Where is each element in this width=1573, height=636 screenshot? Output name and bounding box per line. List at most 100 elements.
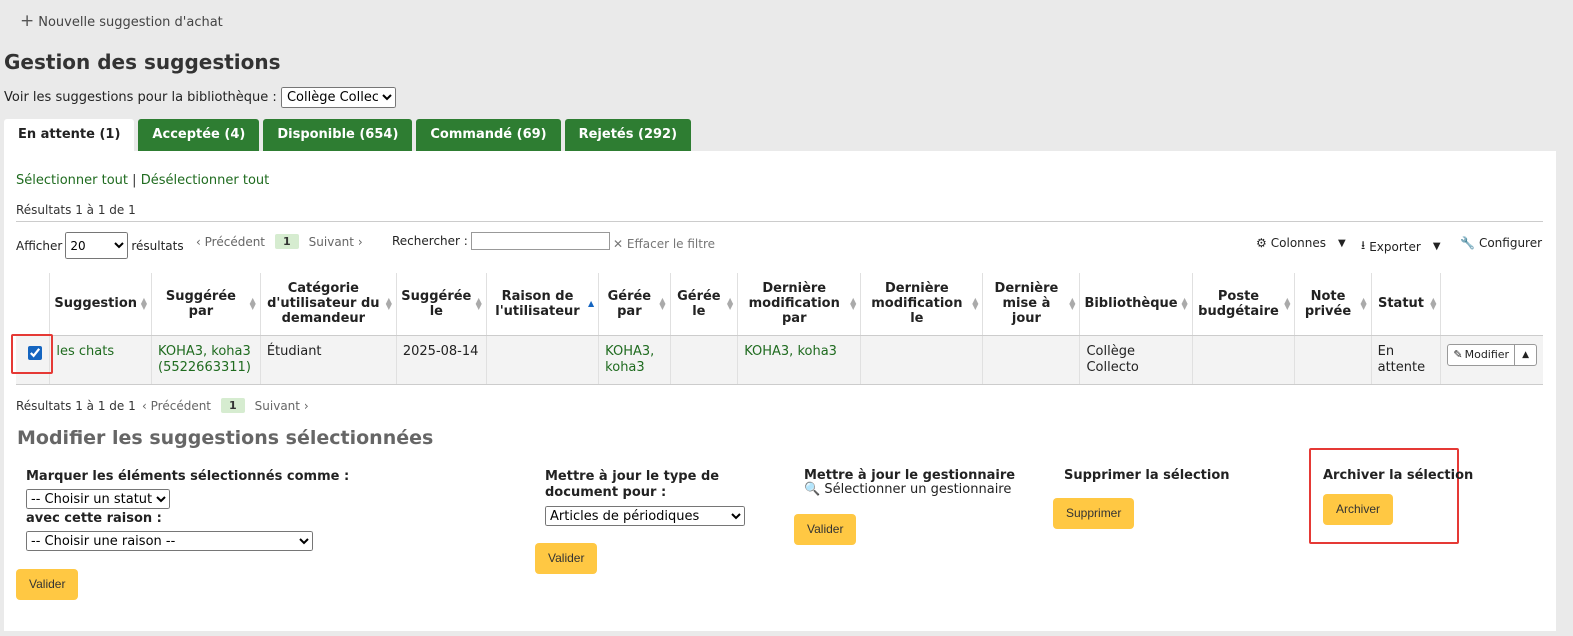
- sort-icon: ▲ ▼: [475, 295, 482, 311]
- page-number[interactable]: 1: [275, 234, 299, 249]
- header-last-modif-on[interactable]: Dernière modification le ▲ ▼: [860, 273, 983, 336]
- header-suggested-on[interactable]: Suggérée le ▲ ▼: [395, 273, 487, 336]
- table-header-row: Suggestion ▲ ▼ Suggérée par ▲ ▼ Catégorie d'…: [16, 273, 1543, 336]
- sort-icon: ▲ ▼: [385, 295, 392, 311]
- header-last-update[interactable]: Dernière mise à jour ▲ ▼: [982, 273, 1080, 336]
- header-note[interactable]: Note privée ▲ ▼: [1294, 273, 1372, 336]
- manager-link[interactable]: KOHA3, koha3: [605, 344, 654, 375]
- header-actions: [1440, 273, 1543, 336]
- sort-icon: ▲ ▼: [1069, 295, 1076, 311]
- library-filter: Voir les suggestions pour la bibliothèqu…: [4, 87, 396, 108]
- table-toolbar: Afficher 20 résultats ‹ Précédent 1 Suiv…: [16, 232, 1543, 260]
- patron-link[interactable]: KOHA3, koha3 (5522663311): [158, 344, 251, 375]
- cell-suggested-on: 2025-08-14: [395, 335, 487, 385]
- separator: |: [132, 173, 137, 188]
- cell-note: [1294, 335, 1372, 385]
- plus-icon: +: [20, 11, 35, 31]
- sort-icon: ▲ ▼: [1181, 295, 1188, 311]
- wrench-icon: 🔧: [1460, 236, 1475, 250]
- page-length-select[interactable]: 20: [65, 232, 129, 259]
- header-suggested-by[interactable]: Suggérée par ▲ ▼: [151, 273, 261, 336]
- sort-icon: ▲ ▼: [140, 295, 148, 311]
- search-input[interactable]: [470, 232, 610, 250]
- chevron-right-icon: ›: [357, 234, 363, 249]
- tab-accepted[interactable]: Acceptée (4): [138, 119, 260, 151]
- prev-button[interactable]: ‹ Précédent: [196, 235, 265, 249]
- results-info: Résultats 1 à 1 de 1: [16, 203, 136, 217]
- validate-status-button[interactable]: Valider: [16, 569, 79, 600]
- sort-icon: ▲ ▼: [850, 295, 857, 311]
- header-library[interactable]: Bibliothèque ▲ ▼: [1079, 273, 1193, 336]
- header-suggestion[interactable]: Suggestion ▲ ▼: [49, 273, 152, 336]
- cell-suggestion: les chats: [49, 335, 152, 385]
- library-select[interactable]: Collège Collecto: [280, 87, 396, 108]
- doc-type-select-wrap: Articles de périodiques: [545, 506, 745, 526]
- new-suggestion-link[interactable]: + Nouvelle suggestion d'achat: [20, 11, 223, 31]
- library-filter-label: Voir les suggestions pour la bibliothèqu…: [4, 90, 277, 105]
- sort-icon: ▲ ▼: [249, 295, 256, 311]
- chevron-left-icon: ‹: [196, 234, 201, 249]
- sort-icon: ▲ ▼: [1284, 295, 1291, 311]
- header-reason[interactable]: Raison de l'utilisateur ▲: [485, 273, 599, 336]
- configure-button[interactable]: 🔧 Configurer: [1460, 236, 1542, 250]
- modifier-link[interactable]: KOHA3, koha3: [744, 344, 837, 359]
- tab-rejected[interactable]: Rejetés (292): [564, 119, 692, 151]
- chevron-left-icon: ‹: [142, 398, 147, 413]
- tab-ordered[interactable]: Commandé (69): [416, 119, 561, 151]
- next-button[interactable]: Suivant ›: [309, 235, 363, 249]
- prev-button[interactable]: ‹ Précédent: [142, 399, 211, 413]
- header-category[interactable]: Catégorie d'utilisateur du demandeur ▲ ▼: [259, 273, 397, 336]
- doc-type-select[interactable]: Articles de périodiques: [545, 506, 745, 526]
- select-all-link[interactable]: Sélectionner tout: [16, 173, 128, 188]
- cell-suggested-by: KOHA3, koha3 (5522663311): [151, 335, 261, 385]
- manager-label: Mettre à jour le gestionnaire: [804, 468, 1016, 483]
- cell-status: En attente: [1370, 335, 1441, 385]
- columns-button[interactable]: ⚙ Colonnes ▼: [1256, 236, 1346, 250]
- archive-label: Archiver la sélection: [1323, 468, 1474, 483]
- reason-label: avec cette raison :: [26, 511, 162, 526]
- header-managed-by[interactable]: Gérée par ▲ ▼: [598, 273, 671, 336]
- sort-asc-icon: ▲: [588, 298, 595, 308]
- caret-down-icon: ▼: [1338, 237, 1346, 249]
- status-select[interactable]: -- Choisir un statut --: [26, 489, 170, 509]
- header-status[interactable]: Statut ▲ ▼: [1370, 273, 1441, 336]
- delete-label: Supprimer la sélection: [1064, 468, 1230, 483]
- suggestion-link[interactable]: les chats: [56, 344, 114, 359]
- tab-pending[interactable]: En attente (1): [4, 119, 135, 151]
- page-number[interactable]: 1: [221, 398, 245, 413]
- cell-category: Étudiant: [259, 335, 397, 385]
- clear-filter-button[interactable]: ✕ Effacer le filtre: [613, 237, 715, 251]
- modify-section-title: Modifier les suggestions sélectionnées: [17, 427, 434, 449]
- selection-links: Sélectionner tout | Désélectionner tout: [16, 173, 269, 188]
- cell-budget: [1191, 335, 1295, 385]
- reason-select[interactable]: -- Choisir une raison --: [26, 531, 313, 551]
- pencil-icon: ✎: [1453, 347, 1463, 361]
- deselect-all-link[interactable]: Désélectionner tout: [141, 173, 270, 188]
- reason-select-wrap: -- Choisir une raison --: [26, 531, 313, 551]
- search-box: Rechercher :: [392, 232, 610, 250]
- caret-up-icon[interactable]: ▲: [1515, 347, 1536, 363]
- cell-last-update: [982, 335, 1080, 385]
- tab-panel: Sélectionner tout | Désélectionner tout …: [4, 151, 1556, 631]
- header-budget[interactable]: Poste budgétaire ▲ ▼: [1191, 273, 1295, 336]
- status-tabs: En attente (1) Acceptée (4) Disponible (…: [4, 119, 692, 151]
- next-button[interactable]: Suivant ›: [255, 399, 309, 413]
- delete-button[interactable]: Supprimer: [1053, 498, 1135, 529]
- export-button[interactable]: ⭳ Exporter ▼: [1361, 236, 1441, 257]
- edit-button-group: ✎ Modifier ▲: [1447, 343, 1537, 366]
- tab-available[interactable]: Disponible (654): [263, 119, 413, 151]
- cell-managed-by: KOHA3, koha3: [598, 335, 671, 385]
- header-managed-on[interactable]: Gérée le ▲ ▼: [669, 273, 738, 336]
- archive-button[interactable]: Archiver: [1323, 494, 1394, 525]
- results-info-bottom: Résultats 1 à 1 de 1: [16, 399, 136, 413]
- gear-icon: ⚙: [1256, 236, 1267, 250]
- validate-doctype-button[interactable]: Valider: [535, 543, 598, 574]
- validate-manager-button[interactable]: Valider: [794, 514, 857, 545]
- page-length: Afficher 20 résultats: [16, 232, 184, 259]
- cell-actions: ✎ Modifier ▲: [1440, 335, 1543, 385]
- page-title: Gestion des suggestions: [4, 50, 281, 74]
- choose-manager-link[interactable]: 🔍 Sélectionner un gestionnaire: [804, 482, 1011, 497]
- header-select: [16, 273, 50, 336]
- edit-button[interactable]: ✎ Modifier: [1448, 344, 1516, 365]
- header-last-modif-by[interactable]: Dernière modification par ▲ ▼: [737, 273, 861, 336]
